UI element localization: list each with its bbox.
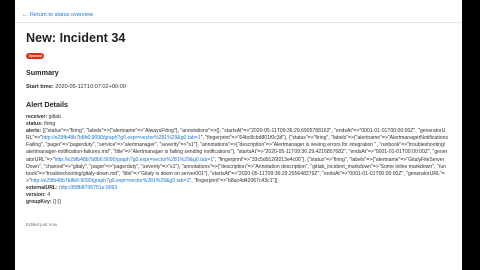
page-title: New: Incident 34 — [26, 31, 126, 45]
start-time: Start time: 2020-05-11T10:07:02+00:00 — [26, 84, 126, 90]
alert-details-body: receiver: gitlab status: firing alerts: … — [26, 114, 448, 206]
groupkey-label: groupKey: — [26, 199, 52, 206]
version-value: 4 — [47, 192, 51, 199]
back-to-status-link[interactable]: ← Return to status overview — [22, 12, 93, 18]
receiver-value: gitlab — [48, 114, 61, 120]
start-time-value: 2020-05-11T10:07:02+00:00 — [55, 84, 126, 90]
generator-url-link-3[interactable]: http://e29fb48b7b8b6:9090/graph?g0.expr=… — [31, 178, 190, 184]
alert-details-heading: Alert Details — [26, 100, 68, 109]
summary-heading: Summary — [26, 68, 59, 77]
alerts-text-4: ", "fingerprint"=>"b8ac4d42067c43c1"}] — [189, 177, 278, 184]
alerts-row: alerts: [{"status"=>"firing", "labels"=>… — [26, 128, 448, 185]
alerts-label: alerts: — [26, 128, 42, 135]
start-time-label: Start time: — [26, 84, 54, 90]
status-value: firing — [44, 121, 56, 128]
header-divider — [15, 22, 462, 23]
version-row: version: 4 — [26, 192, 448, 199]
back-link-label: Return to status overview — [30, 12, 94, 18]
edited-note: Edited just now — [26, 222, 58, 227]
receiver-label: receiver: — [26, 114, 48, 120]
incident-page: ← Return to status overview New: Inciden… — [15, 0, 462, 270]
receiver-row: receiver: gitlab — [26, 114, 448, 121]
externalurl-link[interactable]: http://89fb8706751e:9093 — [59, 185, 117, 191]
externalurl-label: externalURL: — [26, 184, 58, 191]
status-badge: Opened — [26, 53, 45, 59]
version-label: version: — [26, 192, 46, 199]
externalurl-row: externalURL: http://89fb8706751e:9093 — [26, 185, 448, 192]
arrow-left-icon: ← — [22, 12, 28, 18]
groupkey-row: groupKey: {}:{} — [26, 199, 448, 206]
status-row: status: firing — [26, 121, 448, 128]
generator-url-link-2[interactable]: http://e29fb48b7b8b6:9090/graph?g0.expr=… — [55, 157, 214, 163]
status-label: status: — [26, 121, 43, 128]
generator-url-link-1[interactable]: http://e29fb48b7b8b6:9090/graph?g0.expr=… — [42, 135, 201, 141]
groupkey-value: {}:{} — [52, 199, 62, 206]
